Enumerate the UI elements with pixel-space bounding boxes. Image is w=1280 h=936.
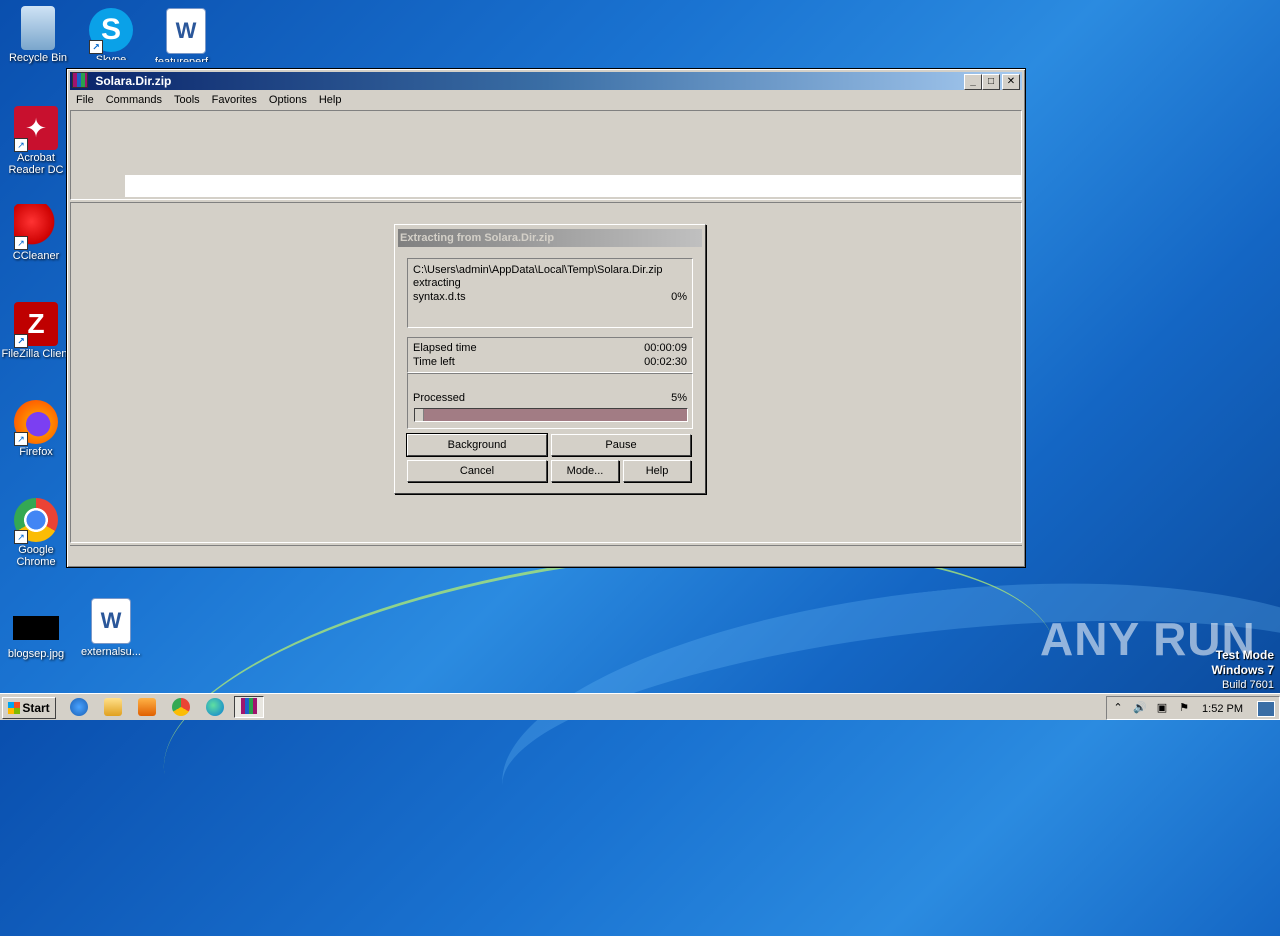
desktop-icon-acrobat[interactable]: ✦ ↗ Acrobat Reader DC [0,106,74,176]
menu-commands[interactable]: Commands [100,91,168,109]
time-left-label: Time left [413,356,455,368]
volume-icon[interactable]: 🔊 [1133,701,1147,715]
start-button[interactable]: Start [2,697,56,719]
processed-label: Processed [413,392,465,404]
test-mode-line3: Build 7601 [1222,679,1274,691]
filezilla-icon: Z ↗ [14,302,58,348]
cancel-button[interactable]: Cancel [407,460,547,482]
desktop-icon-label: CCleaner [12,250,60,262]
chrome-icon: ↗ [14,498,58,544]
action-center-flag-icon[interactable]: ⚑ [1177,701,1191,715]
desktop-icon-externalsu[interactable]: W externalsu... [73,598,149,658]
desktop-icon-label: FileZilla Client [1,348,71,360]
maximize-button[interactable]: □ [982,74,1000,90]
winrar-icon [241,698,257,714]
desktop-icon-firefox[interactable]: ↗ Firefox [0,400,74,458]
processed-group: Processed 5% [407,373,693,429]
clock[interactable]: 1:52 PM [1202,703,1243,715]
skype-icon: S ↗ [89,8,133,54]
minimize-icon: _ [970,76,976,87]
desktop-icon-skype[interactable]: S ↗ Skype [73,8,149,60]
menu-bar: File Commands Tools Favorites Options He… [70,91,1022,109]
test-mode-notice: Test Mode Windows 7 Build 7601 [1211,648,1274,692]
windows-logo-icon [8,702,21,714]
file-percent: 0% [671,291,687,303]
desktop-icon-label: externalsu... [81,646,141,658]
media-player-icon[interactable] [138,698,156,716]
time-left-row: Time left 00:02:30 [413,355,687,369]
elapsed-value: 00:00:09 [644,342,687,354]
window-title: Solara.Dir.zip [95,74,172,88]
explorer-icon[interactable] [104,698,122,716]
test-mode-line2: Windows 7 [1211,663,1274,677]
desktop-icon-label: blogsep.jpg [7,648,65,660]
maximize-icon: □ [987,76,995,87]
mode-button[interactable]: Mode... [551,460,619,482]
desktop-icon-label: Recycle Bin [8,52,68,64]
current-file: syntax.d.ts [413,291,466,303]
progress-fill [415,409,425,421]
progress-bar [414,408,688,422]
image-file-icon [13,616,59,640]
elapsed-label: Elapsed time [413,342,477,354]
dialog-title: Extracting from Solara.Dir.zip [398,229,702,247]
extraction-dialog[interactable]: Extracting from Solara.Dir.zip C:\Users\… [394,224,706,494]
winrar-app-icon [72,72,88,88]
close-button[interactable]: ✕ [1002,74,1020,90]
desktop-icon-blogsep[interactable]: blogsep.jpg [0,604,74,660]
ccleaner-icon: ↗ [14,204,58,250]
desktop-icon-label: Firefox [19,446,53,458]
menu-favorites[interactable]: Favorites [206,91,263,109]
desktop-icon-featureperf[interactable]: W featureperf... [148,8,224,62]
chrome-taskbar-icon[interactable] [172,698,190,716]
menu-options[interactable]: Options [263,91,313,109]
start-label: Start [22,701,50,715]
desktop-icon-chrome[interactable]: ↗ Google Chrome [0,498,74,568]
ie-icon[interactable] [70,698,88,716]
elapsed-row: Elapsed time 00:00:09 [413,341,687,355]
menu-tools[interactable]: Tools [168,91,206,109]
acrobat-icon: ✦ ↗ [14,106,58,152]
time-left-value: 00:02:30 [644,356,687,368]
network-icon[interactable]: ▣ [1155,701,1169,715]
close-icon: ✕ [1006,76,1016,87]
tray-expand-icon[interactable]: ⌃ [1111,701,1125,715]
window-titlebar[interactable]: Solara.Dir.zip _ □ ✕ [70,72,1022,90]
system-tray: ⌃ 🔊 ▣ ⚑ 1:52 PM [1106,696,1280,720]
desktop-icon-label: featureperf... [154,56,218,62]
file-info-group: C:\Users\admin\AppData\Local\Temp\Solara… [407,258,693,328]
firefox-icon: ↗ [14,400,58,446]
archive-path: C:\Users\admin\AppData\Local\Temp\Solara… [413,264,663,276]
processed-percent: 5% [671,392,687,404]
desktop-icon-label: Skype [95,54,127,60]
address-bar[interactable] [125,175,1021,197]
action-text: extracting [413,277,461,289]
desktop-icon-ccleaner[interactable]: ↗ CCleaner [0,204,74,262]
desktop-icon-label: Acrobat Reader DC [8,152,64,176]
edge-icon[interactable] [206,698,224,716]
status-bar [70,545,1022,564]
toolbar-area [70,110,1022,200]
background-button[interactable]: Background [406,433,548,457]
minimize-button[interactable]: _ [964,74,982,90]
word-doc-icon: W [91,598,131,644]
current-file-row: syntax.d.ts 0% [413,290,687,304]
desktop-icon-recycle-bin[interactable]: Recycle Bin [0,6,76,64]
pause-button[interactable]: Pause [551,434,691,456]
menu-file[interactable]: File [70,91,100,109]
taskbar: Start ⌃ 🔊 ▣ ⚑ 1:52 PM [0,693,1280,720]
help-button[interactable]: Help [623,460,691,482]
word-doc-icon: W [166,8,206,54]
time-group: Elapsed time 00:00:09 Time left 00:02:30 [407,337,693,373]
recycle-bin-icon [21,6,55,50]
menu-help[interactable]: Help [313,91,348,109]
winrar-taskbar-button[interactable] [234,696,264,718]
desktop-icon-label: Google Chrome [16,544,56,568]
show-desktop-icon[interactable] [1257,701,1275,717]
processed-row: Processed 5% [413,391,687,405]
desktop-icon-filezilla[interactable]: Z ↗ FileZilla Client [0,302,74,360]
test-mode-line1: Test Mode [1215,648,1274,662]
